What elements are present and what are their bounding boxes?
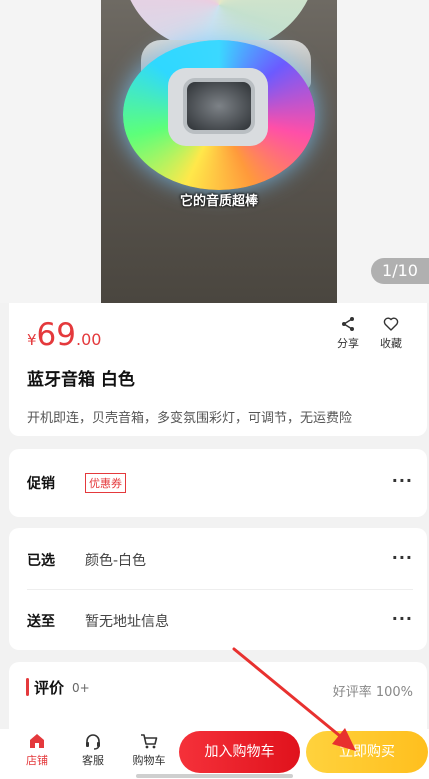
delivery-more-button[interactable]: ···: [392, 609, 413, 628]
review-count: 0+: [72, 681, 90, 695]
delivery-value: 暂无地址信息: [85, 614, 169, 630]
add-to-cart-button[interactable]: 加入购物车: [179, 731, 300, 773]
share-button[interactable]: 分享: [328, 316, 368, 351]
bottom-action-bar: 店铺 客服 购物车 加入购物车 立即购买: [0, 729, 429, 779]
price-currency: ¥: [27, 331, 37, 349]
favorite-button[interactable]: 收藏: [371, 316, 411, 351]
cart-label: 购物车: [132, 754, 166, 767]
share-icon: [342, 317, 354, 331]
promotion-label: 促销: [27, 476, 55, 492]
review-accent-bar: [26, 678, 29, 696]
promotion-more-button[interactable]: ···: [392, 471, 413, 490]
price: ¥69.00: [27, 317, 101, 353]
product-title: 蓝牙音箱 白色: [27, 370, 135, 390]
good-rate: 好评率 100%: [332, 685, 413, 700]
buy-now-button[interactable]: 立即购买: [306, 731, 428, 773]
service-label: 客服: [82, 754, 104, 767]
image-counter: 1/10: [371, 258, 429, 284]
share-label: 分享: [337, 337, 359, 350]
product-description: 开机即连，贝壳音箱，多变氛围彩灯，可调节，无运费险: [27, 411, 353, 426]
speaker-driver: [183, 78, 255, 134]
cart-button[interactable]: 购物车: [129, 732, 169, 768]
store-button[interactable]: 店铺: [17, 732, 57, 768]
store-label: 店铺: [26, 754, 48, 767]
heart-icon: [383, 317, 399, 331]
price-decimal: .00: [76, 330, 102, 349]
selected-label: 已选: [27, 553, 55, 569]
cart-icon: [141, 734, 158, 749]
customer-service-button[interactable]: 客服: [73, 732, 113, 768]
product-gallery[interactable]: 它的音质超棒 1/10: [0, 0, 429, 303]
product-photo[interactable]: 它的音质超棒: [101, 0, 337, 303]
selected-more-button[interactable]: ···: [392, 548, 413, 567]
review-title: 评价: [34, 679, 65, 697]
favorite-label: 收藏: [380, 337, 402, 350]
promotion-card[interactable]: 促销 优惠券 ···: [9, 449, 427, 517]
price-integer: 69: [36, 317, 76, 353]
selected-value: 颜色-白色: [85, 553, 147, 569]
store-icon: [30, 734, 44, 748]
delivery-label: 送至: [27, 614, 55, 630]
photo-caption: 它的音质超棒: [179, 194, 258, 209]
home-indicator: [136, 774, 293, 778]
selection-card: 已选 颜色-白色 ··· 送至 暂无地址信息 ···: [9, 528, 427, 650]
coupon-badge[interactable]: 优惠券: [85, 473, 126, 493]
row-divider: [27, 589, 413, 590]
headset-icon: [86, 734, 100, 750]
product-info-card: ¥69.00 分享 收藏 蓝牙音箱 白色 开机即连，贝壳音箱，多变氛围彩灯，可调…: [9, 303, 427, 436]
